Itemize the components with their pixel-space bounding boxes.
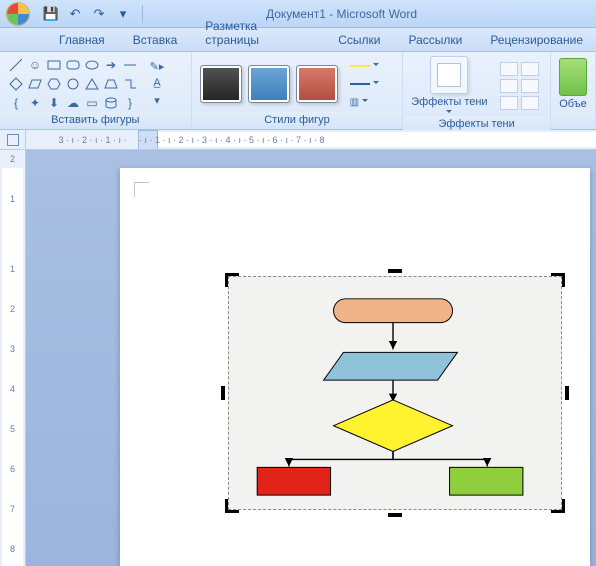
nudge-tr-icon[interactable] <box>521 62 539 76</box>
handle-right[interactable] <box>565 386 569 400</box>
ribbon-tabs: Главная Вставка Разметка страницы Ссылки… <box>0 28 596 52</box>
shape-hexagon-icon[interactable] <box>46 76 62 92</box>
handle-left[interactable] <box>221 386 225 400</box>
object-label: Объе <box>559 98 586 110</box>
document-background[interactable] <box>26 150 596 566</box>
redo-icon[interactable]: ↷ <box>90 5 108 23</box>
document-page[interactable] <box>120 168 590 566</box>
shadow-nudge-grid[interactable] <box>500 62 539 110</box>
shape-process-left[interactable] <box>257 467 330 495</box>
shape-trapezoid-icon[interactable] <box>103 76 119 92</box>
shape-arrow-icon[interactable]: ➔ <box>103 57 119 73</box>
shape-terminator[interactable] <box>334 299 453 323</box>
vertical-ruler[interactable]: 2 1 1 2 3 4 5 6 7 8 <box>0 150 26 566</box>
shadow-effects-button[interactable]: Эффекты тени <box>411 56 487 116</box>
shapes-more-icon[interactable]: ▾ <box>148 94 166 108</box>
object-button[interactable]: Объе <box>559 58 587 110</box>
connector-left[interactable] <box>289 451 393 466</box>
h-ruler-ticks: 3 · ı · 2 · ı · 1 · ı · · ı · 1 · ı · 2 … <box>26 130 596 149</box>
tab-selector-icon[interactable] <box>7 134 19 146</box>
shape-arrowdown-icon[interactable]: ⬇ <box>46 95 62 111</box>
ruler-corner[interactable] <box>0 130 26 149</box>
nudge-mr-icon[interactable] <box>521 79 539 93</box>
quick-access-toolbar: 💾 ↶ ↷ ▾ <box>42 5 147 23</box>
shape-rbracket-icon[interactable]: } <box>122 95 138 111</box>
shapes-gallery[interactable]: ☺ ➔ { ✦ ⬇ ☁ ▭ } <box>8 57 138 111</box>
tab-insert[interactable]: Вставка <box>120 29 191 51</box>
shape-line-icon[interactable] <box>8 57 24 73</box>
office-button[interactable] <box>0 0 36 28</box>
shape-style-controls: ▥ <box>350 59 384 109</box>
shape-circle-icon[interactable] <box>65 76 81 92</box>
nudge-bl-icon[interactable] <box>500 96 518 110</box>
shape-callout-icon[interactable]: ▭ <box>84 95 100 111</box>
shape-smiley-icon[interactable]: ☺ <box>27 57 43 73</box>
shape-outline-button[interactable] <box>350 77 384 91</box>
drawing-canvas[interactable] <box>228 276 562 510</box>
group-insert-shapes: ☺ ➔ { ✦ ⬇ ☁ ▭ } <box>0 52 192 129</box>
style-swatch-red[interactable] <box>296 65 338 103</box>
shape-fill-button[interactable] <box>350 59 384 73</box>
group-label-empty <box>551 112 595 129</box>
shape-star-icon[interactable]: ✦ <box>27 95 43 111</box>
shapes-side-buttons: ✎▸ A̲ ▾ <box>148 60 166 108</box>
text-box-icon[interactable]: A̲ <box>148 77 166 91</box>
shape-decision[interactable] <box>334 400 453 452</box>
object-icon <box>559 58 587 96</box>
handle-top[interactable] <box>388 269 402 273</box>
shadow-effects-label: Эффекты тени <box>411 96 487 108</box>
shape-change-button[interactable]: ▥ <box>350 95 384 109</box>
tab-refs[interactable]: Ссылки <box>325 29 393 51</box>
group-shadow-effects: Эффекты тени Эффекты тени <box>403 52 551 129</box>
qat-more-icon[interactable]: ▾ <box>114 5 132 23</box>
shape-parallelogram-icon[interactable] <box>27 76 43 92</box>
group-shape-styles: ▥ Стили фигур <box>192 52 404 129</box>
shape-data[interactable] <box>324 352 458 380</box>
work-area: 2 1 1 2 3 4 5 6 7 8 <box>0 150 596 566</box>
group-label-shape-styles: Стили фигур <box>192 112 403 129</box>
undo-icon[interactable]: ↶ <box>66 5 84 23</box>
save-icon[interactable]: 💾 <box>42 5 60 23</box>
group-label-insert-shapes: Вставить фигуры <box>0 112 191 129</box>
tab-home[interactable]: Главная <box>46 29 118 51</box>
edit-shape-icon[interactable]: ✎▸ <box>148 60 166 74</box>
shape-process-right[interactable] <box>450 467 523 495</box>
shape-diamond-icon[interactable] <box>8 76 24 92</box>
tab-mail[interactable]: Рассылки <box>395 29 475 51</box>
shape-cloud-icon[interactable]: ☁ <box>65 95 81 111</box>
connector-right[interactable] <box>393 451 487 466</box>
office-logo-icon <box>6 2 30 26</box>
shape-ellipse-icon[interactable] <box>84 57 100 73</box>
shadow-preview-icon <box>430 56 468 94</box>
handle-bottom[interactable] <box>388 513 402 517</box>
shape-rect-icon[interactable] <box>46 57 62 73</box>
qat-separator <box>142 5 143 23</box>
style-swatch-black[interactable] <box>200 65 242 103</box>
shape-roundrect-icon[interactable] <box>65 57 81 73</box>
style-swatch-blue[interactable] <box>248 65 290 103</box>
group-3d-effects: Объе <box>551 52 596 129</box>
v-ruler-ticks: 2 1 1 2 3 4 5 6 7 8 <box>0 150 25 566</box>
horizontal-ruler[interactable]: 3 · ı · 2 · ı · 1 · ı · · ı · 1 · ı · 2 … <box>26 130 596 149</box>
shape-lbracket-icon[interactable]: { <box>8 95 24 111</box>
shape-cylinder-icon[interactable] <box>103 95 119 111</box>
shape-connector-icon[interactable] <box>122 76 138 92</box>
ribbon: ☺ ➔ { ✦ ⬇ ☁ ▭ } <box>0 52 596 130</box>
tab-review[interactable]: Рецензирование <box>477 29 596 51</box>
ruler-row: 3 · ı · 2 · ı · 1 · ı · · ı · 1 · ı · 2 … <box>0 130 596 150</box>
tab-layout[interactable]: Разметка страницы <box>192 15 323 51</box>
shape-line2-icon[interactable] <box>122 57 138 73</box>
nudge-br-icon[interactable] <box>521 96 539 110</box>
shape-triangle-icon[interactable] <box>84 76 100 92</box>
nudge-tl-icon[interactable] <box>500 62 518 76</box>
nudge-ml-icon[interactable] <box>500 79 518 93</box>
